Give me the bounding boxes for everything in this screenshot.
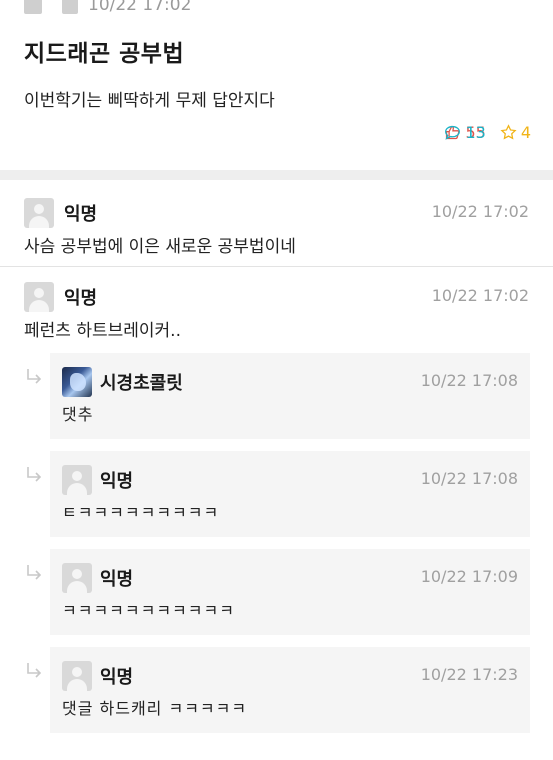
reply-item[interactable]: 시경초콜릿 10/22 17:08 댓추 [50, 353, 530, 439]
reply-header: 익명 [62, 661, 133, 691]
reply-arrow-icon [27, 565, 42, 580]
reply-arrow-icon [27, 467, 42, 482]
reply-item[interactable]: 익명 10/22 17:09 ㅋㅋㅋㅋㅋㅋㅋㅋㅋㅋㅋ [50, 549, 530, 635]
reply-text: 댓추 [62, 405, 94, 424]
comment-nickname: 익명 [64, 288, 98, 309]
comment-time: 10/22 17:02 [431, 202, 529, 221]
comment-text: 사슴 공부법에 이은 새로운 공부법이네 [24, 237, 296, 257]
post-meta-cutoff: 10/22 17:02 [24, 0, 191, 16]
author-avatar [24, 0, 42, 14]
comment-header: 익명 [24, 198, 97, 228]
avatar [62, 367, 92, 397]
reply-nickname: 시경초콜릿 [100, 373, 183, 394]
comment-separator [0, 266, 553, 267]
reply-arrow-icon [27, 369, 42, 384]
reply-arrow-icon [27, 663, 42, 678]
reply-text: ㅌㅋㅋㅋㅋㅋㅋㅋㅋㅋ [62, 503, 220, 522]
reply-header: 익명 [62, 563, 133, 593]
reply-text: 댓글 하드캐리 ㅋㅋㅋㅋㅋ [62, 699, 248, 718]
section-divider [0, 170, 553, 180]
reply-time: 10/22 17:08 [420, 469, 518, 488]
reply-nickname: 익명 [100, 569, 134, 590]
avatar [62, 661, 92, 691]
reply-time: 10/22 17:09 [420, 567, 518, 586]
reply-text: ㅋㅋㅋㅋㅋㅋㅋㅋㅋㅋㅋ [62, 601, 235, 620]
reply-time: 10/22 17:08 [420, 371, 518, 390]
post-time: 10/22 17:02 [88, 0, 192, 15]
comment-time: 10/22 17:02 [431, 286, 529, 305]
post-body: 이번학기는 삐딱하게 무제 답안지다 [24, 91, 275, 111]
post-title: 지드래곤 공부법 [24, 41, 185, 67]
reply-header: 익명 [62, 465, 133, 495]
comment-count[interactable]: 13 [444, 123, 553, 142]
reply-header: 시경초콜릿 [62, 367, 183, 397]
comment-nickname: 익명 [64, 204, 98, 225]
comment-count-value: 13 [465, 123, 486, 142]
reply-item[interactable]: 익명 10/22 17:08 ㅌㅋㅋㅋㅋㅋㅋㅋㅋㅋ [50, 451, 530, 537]
reply-nickname: 익명 [100, 471, 134, 492]
author-avatar-secondary [62, 0, 78, 14]
post-stats: 55 13 4 [444, 123, 531, 142]
reply-item[interactable]: 익명 10/22 17:23 댓글 하드캐리 ㅋㅋㅋㅋㅋ [50, 647, 530, 733]
avatar [62, 563, 92, 593]
speech-bubble-icon [445, 125, 461, 140]
avatar [62, 465, 92, 495]
reply-time: 10/22 17:23 [420, 665, 518, 684]
reply-nickname: 익명 [100, 667, 134, 688]
avatar [24, 282, 54, 312]
comment-header: 익명 [24, 282, 97, 312]
comment-text: 페런츠 하트브레이커.. [24, 321, 181, 341]
avatar [24, 198, 54, 228]
